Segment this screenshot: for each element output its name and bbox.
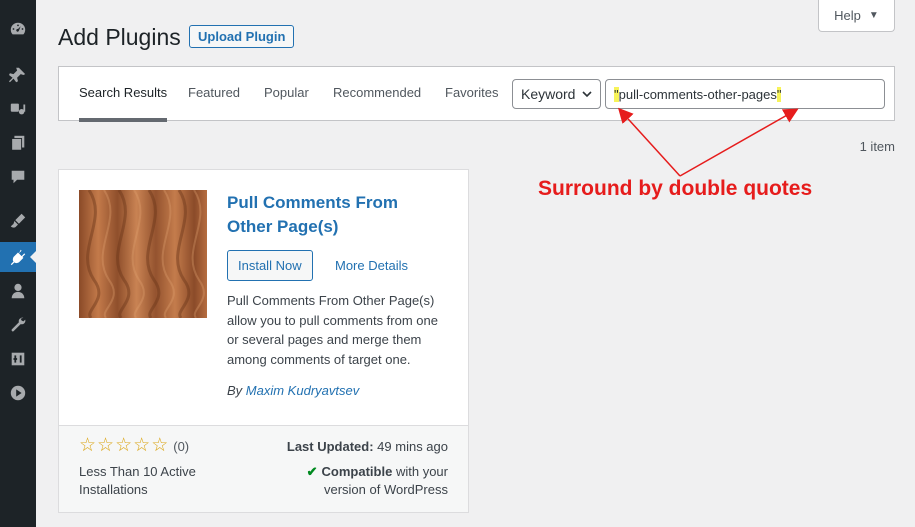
tab-search-results[interactable]: Search Results (79, 85, 168, 122)
tab-recommended[interactable]: Recommended (333, 85, 421, 122)
results-count: 1 item (859, 139, 895, 154)
install-now-button[interactable]: Install Now (227, 250, 313, 281)
sidebar-item-media-player[interactable] (0, 378, 36, 408)
sidebar-item-pages[interactable] (0, 128, 36, 158)
plugins-icon (10, 249, 26, 266)
sidebar-item-dashboard[interactable] (0, 14, 36, 44)
admin-sidebar (0, 0, 37, 527)
star-empty-icon: ☆ (115, 435, 133, 456)
users-icon (11, 283, 25, 299)
sidebar-item-media[interactable] (0, 94, 36, 124)
tab-popular[interactable]: Popular (264, 85, 309, 122)
appearance-icon (10, 213, 26, 228)
sidebar-item-tools[interactable] (0, 310, 36, 340)
sidebar-item-users[interactable] (0, 276, 36, 306)
compat-rest-2: version of WordPress (323, 482, 448, 497)
upload-plugin-button[interactable]: Upload Plugin (189, 25, 295, 48)
play-icon (10, 385, 26, 401)
star-empty-icon: ☆ (133, 435, 151, 456)
plugin-filter-bar: Search Results Featured Popular Recommen… (58, 66, 895, 122)
last-updated: Last Updated: 49 mins ago (287, 439, 448, 454)
rating-count: (0) (173, 438, 190, 454)
pages-icon (11, 135, 25, 151)
media-icon (10, 103, 26, 115)
star-empty-icon: ☆ (151, 435, 169, 456)
checkmark-icon: ✔ (306, 464, 318, 479)
plugin-description: Pull Comments From Other Page(s) allow y… (227, 293, 438, 367)
author-prefix: By (227, 383, 243, 398)
star-empty-icon: ☆ (79, 435, 97, 456)
close-quote-highlight: " (776, 86, 782, 102)
plugin-card-top: Pull Comments From Other Page(s) Install… (59, 170, 468, 424)
dashboard-icon (10, 22, 26, 35)
sidebar-item-plugins[interactable] (0, 242, 37, 272)
plugin-thumbnail[interactable] (79, 190, 207, 318)
sidebar-item-comments[interactable] (0, 162, 36, 192)
page-title: Add Plugins (58, 24, 181, 50)
help-tab-button[interactable]: Help ▼ (818, 0, 895, 32)
last-updated-label: Last Updated: (286, 439, 374, 454)
more-details-link[interactable]: More Details (335, 258, 408, 273)
sidebar-item-posts[interactable] (0, 60, 36, 90)
tab-favorites[interactable]: Favorites (445, 85, 498, 122)
tools-icon (11, 317, 26, 332)
compat-rest-1: with your (395, 464, 448, 479)
star-rating: ☆ ☆ ☆ ☆ ☆ (0) (79, 436, 189, 456)
sidebar-item-appearance[interactable] (0, 206, 36, 236)
search-type-value: Keyword (521, 86, 576, 102)
plugin-card-bottom: ☆ ☆ ☆ ☆ ☆ (0) Less Than 10 Active Instal… (59, 425, 468, 512)
search-plugins-input[interactable]: " pull-comments-other-pages " (605, 79, 885, 109)
last-updated-value: 49 mins ago (377, 439, 448, 454)
chevron-down-icon (582, 91, 593, 98)
search-type-select[interactable]: Keyword (512, 79, 601, 109)
help-label: Help (834, 8, 861, 23)
compatibility: ✔ Compatible with your version of WordPre… (307, 463, 448, 499)
sidebar-item-settings[interactable] (0, 344, 36, 374)
star-empty-icon: ☆ (97, 435, 115, 456)
active-installations: Less Than 10 Active Installations (79, 464, 196, 497)
settings-icon (11, 352, 25, 366)
author-link[interactable]: Maxim Kudryavtsev (246, 383, 359, 398)
caret-down-icon: ▼ (868, 10, 879, 21)
plugin-card: Pull Comments From Other Page(s) Install… (58, 169, 469, 513)
plugin-author: By Maxim Kudryavtsev (227, 383, 359, 398)
search-term: pull-comments-other-pages (618, 86, 777, 102)
comments-icon (11, 170, 25, 184)
pin-icon (9, 67, 26, 83)
plugin-name-link[interactable]: Pull Comments From Other Page(s) (227, 191, 447, 239)
tab-featured[interactable]: Featured (188, 85, 240, 122)
compat-strong: Compatible (321, 464, 393, 479)
annotation-text: Surround by double quotes (538, 177, 813, 200)
